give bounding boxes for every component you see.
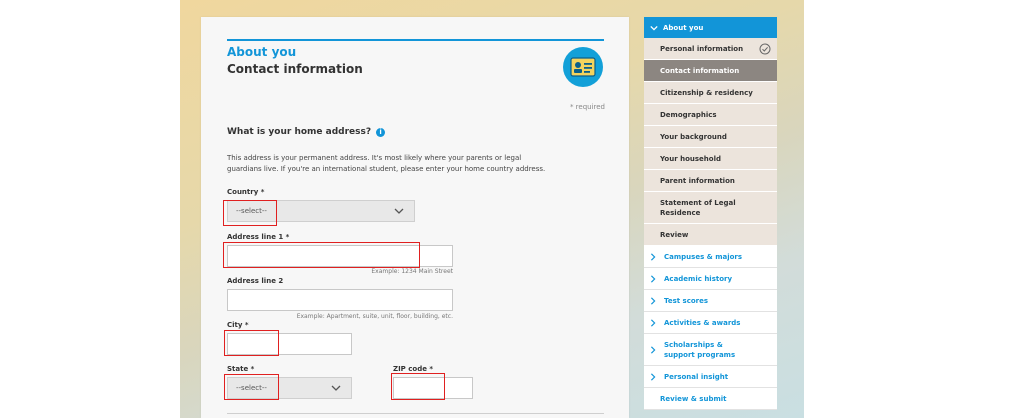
contact-form-card: About you Contact information * required… [201, 17, 629, 418]
nav-item-review[interactable]: Review [644, 224, 777, 246]
nav-item-demographics[interactable]: Demographics [644, 104, 777, 126]
chevron-down-icon [394, 208, 404, 214]
address-question: What is your home address? i [227, 127, 386, 137]
city-label: City * [227, 321, 249, 329]
address-line-1-label: Address line 1 * [227, 233, 290, 241]
nav-item-label: Contact information [660, 66, 740, 75]
nav-item-label: Parent information [660, 176, 735, 185]
nav-item-label: Statement of Legal Residence [660, 198, 736, 217]
chevron-right-icon [650, 372, 656, 381]
nav-item-label: Your household [660, 154, 722, 163]
address-line-2-input[interactable] [227, 289, 453, 311]
nav-item-your-background[interactable]: Your background [644, 126, 777, 148]
info-icon[interactable]: i [376, 127, 386, 137]
address-line-2-example: Example: Apartment, suite, unit, floor, … [296, 313, 453, 320]
nav-item-label: Personal information [660, 44, 744, 53]
check-circle-icon [759, 43, 771, 55]
nav-item-label: Activities & awards [664, 318, 741, 327]
chevron-right-icon [650, 252, 656, 261]
highlight-city [224, 330, 279, 356]
nav-section-about-you[interactable]: About you [644, 17, 777, 38]
nav-item-personal-information[interactable]: Personal information [644, 38, 777, 60]
nav-item-label: Test scores [664, 296, 709, 305]
nav-item-review-submit[interactable]: Review & submit [644, 388, 777, 410]
highlight-country [223, 200, 277, 226]
nav-item-citizenship-residency[interactable]: Citizenship & residency [644, 82, 777, 104]
nav-item-label: Personal insight [664, 372, 729, 381]
nav-item-contact-information[interactable]: Contact information [644, 60, 777, 82]
nav-item-scholarships-support[interactable]: Scholarships & support programs [644, 334, 777, 366]
chevron-right-icon [650, 296, 656, 305]
nav-item-academic-history[interactable]: Academic history [644, 268, 777, 290]
nav-item-campuses-majors[interactable]: Campuses & majors [644, 246, 777, 268]
highlight-address-line-1 [223, 242, 420, 268]
nav-item-personal-insight[interactable]: Personal insight [644, 366, 777, 388]
section-kicker: About you [227, 45, 297, 59]
nav-item-activities-awards[interactable]: Activities & awards [644, 312, 777, 334]
state-label: State * [227, 365, 255, 373]
required-note: * required [569, 103, 605, 111]
nav-item-test-scores[interactable]: Test scores [644, 290, 777, 312]
chevron-right-icon [650, 318, 656, 327]
nav-item-label: Review [660, 230, 689, 239]
nav-item-label: Review & submit [660, 394, 727, 403]
chevron-down-icon [331, 385, 341, 391]
chevron-right-icon [650, 274, 656, 283]
address-line-2-label: Address line 2 [227, 277, 284, 285]
address-description: This address is your permanent address. … [227, 154, 546, 173]
highlight-zip [391, 373, 445, 400]
chevron-down-icon [650, 25, 658, 31]
nav-section-label: About you [663, 23, 704, 32]
id-card-icon [563, 47, 603, 87]
chevron-right-icon [650, 345, 656, 354]
page-title: Contact information [227, 62, 363, 76]
nav-item-parent-information[interactable]: Parent information [644, 170, 777, 192]
side-navigation: About you Personal information Contact i… [644, 17, 777, 410]
card-bottom-rule [227, 413, 604, 414]
country-label: Country * [227, 188, 265, 196]
nav-item-label: Academic history [664, 274, 733, 283]
zip-label: ZIP code * [393, 365, 434, 373]
nav-item-label: Campuses & majors [664, 252, 743, 261]
address-question-text: What is your home address? [227, 127, 372, 137]
nav-item-label: Citizenship & residency [660, 88, 753, 97]
nav-item-label: Your background [660, 132, 727, 141]
nav-item-label: Demographics [660, 110, 717, 119]
nav-item-statement-of-legal-residence[interactable]: Statement of Legal Residence [644, 192, 777, 224]
nav-item-your-household[interactable]: Your household [644, 148, 777, 170]
nav-item-label: Scholarships & support programs [664, 340, 736, 359]
address-line-1-example: Example: 1234 Main Street [371, 268, 453, 275]
card-top-rule [227, 39, 604, 41]
highlight-state [224, 374, 279, 400]
